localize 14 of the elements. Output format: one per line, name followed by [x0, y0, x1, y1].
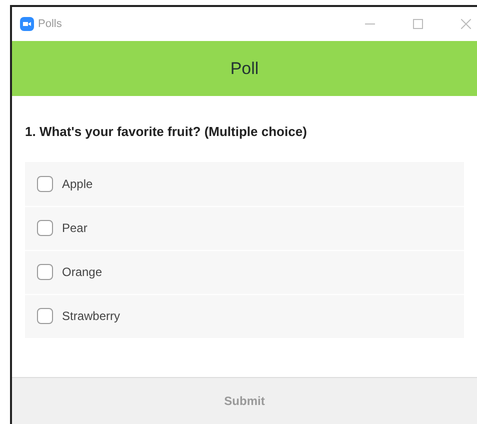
poll-title: Poll	[230, 58, 259, 80]
checkbox[interactable]	[37, 308, 53, 324]
option-row[interactable]: Orange	[25, 250, 464, 294]
checkbox[interactable]	[37, 264, 53, 280]
option-row[interactable]: Strawberry	[25, 294, 464, 338]
checkbox[interactable]	[37, 220, 53, 236]
option-row[interactable]: Apple	[25, 162, 464, 206]
close-icon[interactable]	[461, 19, 471, 29]
question-text: 1. What's your favorite fruit? (Multiple choice)	[25, 123, 308, 141]
maximize-icon[interactable]	[413, 19, 423, 29]
checkbox[interactable]	[37, 176, 53, 192]
camera-icon	[20, 17, 34, 31]
option-row[interactable]: Pear	[25, 206, 464, 250]
window-title: Polls	[38, 16, 62, 32]
